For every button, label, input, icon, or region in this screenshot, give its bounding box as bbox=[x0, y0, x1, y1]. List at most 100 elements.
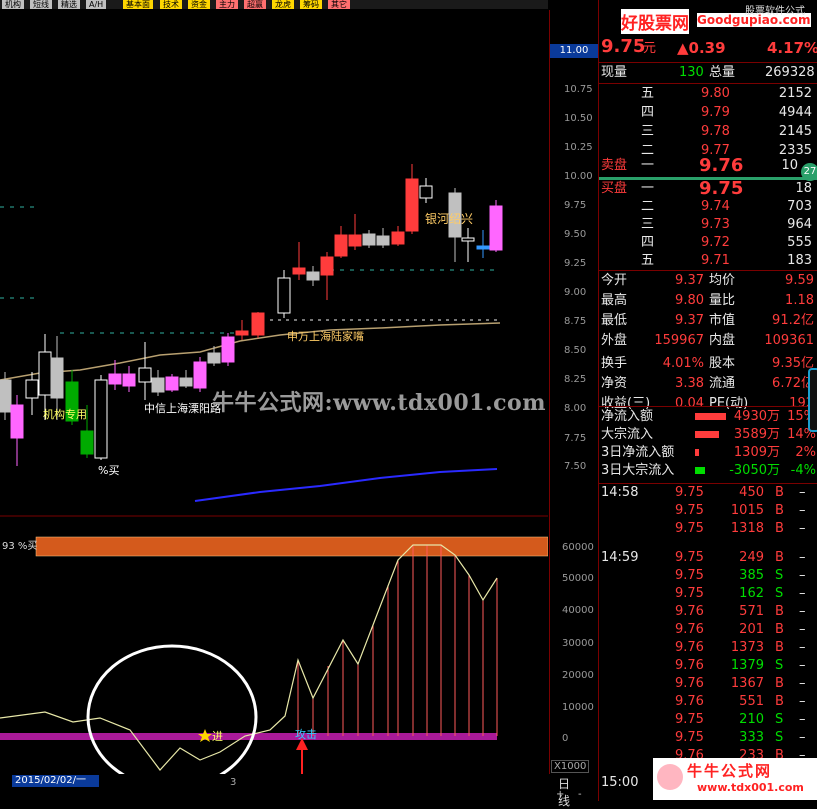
tick-dash: – bbox=[799, 694, 806, 709]
tick-price: 9.75 bbox=[675, 586, 704, 601]
tick-price: 9.75 bbox=[675, 568, 704, 583]
candle-body bbox=[334, 234, 348, 257]
price-tick: 8.25 bbox=[564, 374, 587, 385]
tick-volume: 333 bbox=[739, 730, 764, 745]
volume-tick: 0 bbox=[562, 733, 569, 744]
tick-side: S bbox=[775, 568, 784, 583]
menu-item-8[interactable]: 超赢 bbox=[244, 0, 266, 9]
ask-volume: 4944 bbox=[778, 105, 812, 120]
tick-side: B bbox=[775, 550, 784, 565]
volume-tick: 20000 bbox=[562, 670, 594, 681]
ask-row: 五 9.80 2152 bbox=[599, 85, 817, 103]
price-tick: 10.00 bbox=[564, 171, 593, 182]
price-axis: 11.00 bbox=[549, 10, 598, 774]
price-tick: 10.25 bbox=[564, 142, 593, 153]
candle-body bbox=[221, 336, 235, 363]
tick-volume: 385 bbox=[739, 568, 764, 583]
flow-bar bbox=[695, 467, 705, 474]
buy1-price: 9.75 bbox=[699, 178, 744, 199]
date-label: 2015/02/02/一 bbox=[12, 775, 99, 787]
flow-label: 净流入额 bbox=[601, 409, 654, 424]
menu-item-9[interactable]: 龙虎 bbox=[272, 0, 294, 9]
flow-amount: 1309万 bbox=[733, 445, 780, 460]
stat-row: 今开 9.37 均价 9.59 bbox=[599, 272, 817, 290]
menu-item-4[interactable]: 基本面 bbox=[123, 0, 153, 9]
flow-amount: -3050万 bbox=[729, 463, 780, 478]
candle-body bbox=[94, 379, 108, 459]
tick-time: 15:00 bbox=[601, 775, 639, 790]
candle-body bbox=[362, 233, 376, 246]
stat-row: 最低 9.37 市值 91.2亿 bbox=[599, 312, 817, 330]
top-menu-bar: 机构 短线 精选 A/H 基本面 技术 资金 主力 超赢 龙虎 筹码 其它 bbox=[0, 0, 548, 9]
annotation-gongji: 攻击 bbox=[295, 728, 317, 741]
bottom-watermark: 牛牛公式网 www.tdx001.com bbox=[653, 758, 817, 800]
tick-row: 9.75 1318 B – bbox=[599, 520, 817, 538]
price-tick: 8.75 bbox=[564, 316, 587, 327]
flow-row: 净流入额 4930万 15% bbox=[599, 408, 817, 426]
quote-panel: 好股票网 Goodgupiao.com 股票软件公式 9.75 元 ▲0.39 … bbox=[598, 0, 817, 801]
tick-price: 9.76 bbox=[675, 676, 704, 691]
tick-dash: – bbox=[799, 503, 806, 518]
candle-body bbox=[10, 404, 24, 439]
stat-value: 159967 bbox=[654, 333, 704, 348]
flow-row: 大宗流入 3589万 14% bbox=[599, 426, 817, 444]
tick-volume: 162 bbox=[739, 586, 764, 601]
stat-row: 净资 3.38 流通 6.72亿 bbox=[599, 375, 817, 393]
menu-item-11[interactable]: 其它 bbox=[328, 0, 350, 9]
price-tick: 9.00 bbox=[564, 287, 587, 298]
stat-value: 9.59 bbox=[785, 273, 814, 288]
tick-price: 9.76 bbox=[675, 604, 704, 619]
candle-body bbox=[38, 351, 52, 396]
tick-row: 9.76 571 B – bbox=[599, 603, 817, 621]
zoom-out-button[interactable]: - bbox=[578, 789, 582, 800]
menu-item-2[interactable]: 精选 bbox=[58, 0, 80, 9]
buy1-level: 一 bbox=[641, 181, 655, 196]
volume-multiplier: X1000 bbox=[551, 760, 590, 773]
volume-tick: 10000 bbox=[562, 702, 594, 713]
sell-label: 卖盘 bbox=[601, 158, 628, 173]
tick-side: B bbox=[775, 694, 784, 709]
candle-body bbox=[419, 185, 433, 199]
price-tick: 7.75 bbox=[564, 433, 587, 444]
volume-base bbox=[0, 733, 497, 740]
buy-label: 买盘 bbox=[601, 181, 628, 196]
tick-volume: 571 bbox=[739, 604, 764, 619]
annotation-buy-pct: %买 bbox=[98, 464, 120, 477]
stat-row: 最高 9.80 量比 1.18 bbox=[599, 292, 817, 310]
candle-body bbox=[476, 245, 490, 250]
candle-body bbox=[235, 330, 249, 336]
bid-volume: 555 bbox=[787, 235, 812, 250]
tick-row: 9.75 162 S – bbox=[599, 585, 817, 603]
menu-item-1[interactable]: 短线 bbox=[30, 0, 52, 9]
ask-price: 9.78 bbox=[701, 124, 730, 139]
volume-tick: 40000 bbox=[562, 605, 594, 616]
stat-value: 109361 bbox=[764, 333, 814, 348]
menu-item-0[interactable]: 机构 bbox=[2, 0, 24, 9]
signal-band bbox=[35, 536, 548, 557]
menu-item-7[interactable]: 主力 bbox=[216, 0, 238, 9]
brand-cn: 好股票网 bbox=[621, 9, 689, 34]
stat-label: 量比 bbox=[709, 293, 736, 308]
stat-label: 换手 bbox=[601, 356, 628, 371]
tick-volume: 551 bbox=[739, 694, 764, 709]
bid-price: 9.74 bbox=[701, 199, 730, 214]
tick-dash: – bbox=[799, 676, 806, 691]
zoom-in-button[interactable]: + bbox=[556, 789, 564, 800]
brand-sub: 股票软件公式 bbox=[745, 6, 805, 17]
tick-volume: 1367 bbox=[730, 676, 764, 691]
stat-label: 最低 bbox=[601, 313, 628, 328]
scroll-handle[interactable] bbox=[808, 368, 817, 432]
menu-item-5[interactable]: 技术 bbox=[160, 0, 182, 9]
price-tick: 8.00 bbox=[564, 403, 587, 414]
tick-dash: – bbox=[799, 604, 806, 619]
timeline-marker: 3 bbox=[230, 777, 237, 788]
menu-item-6[interactable]: 资金 bbox=[188, 0, 210, 9]
menu-item-10[interactable]: 筹码 bbox=[300, 0, 322, 9]
bid-level: 五 bbox=[641, 253, 655, 268]
tick-price: 9.75 bbox=[675, 503, 704, 518]
tick-dash: – bbox=[799, 712, 806, 727]
tick-side: B bbox=[775, 521, 784, 536]
tick-side: S bbox=[775, 712, 784, 727]
menu-item-3[interactable]: A/H bbox=[86, 0, 107, 9]
tick-dash: – bbox=[799, 550, 806, 565]
